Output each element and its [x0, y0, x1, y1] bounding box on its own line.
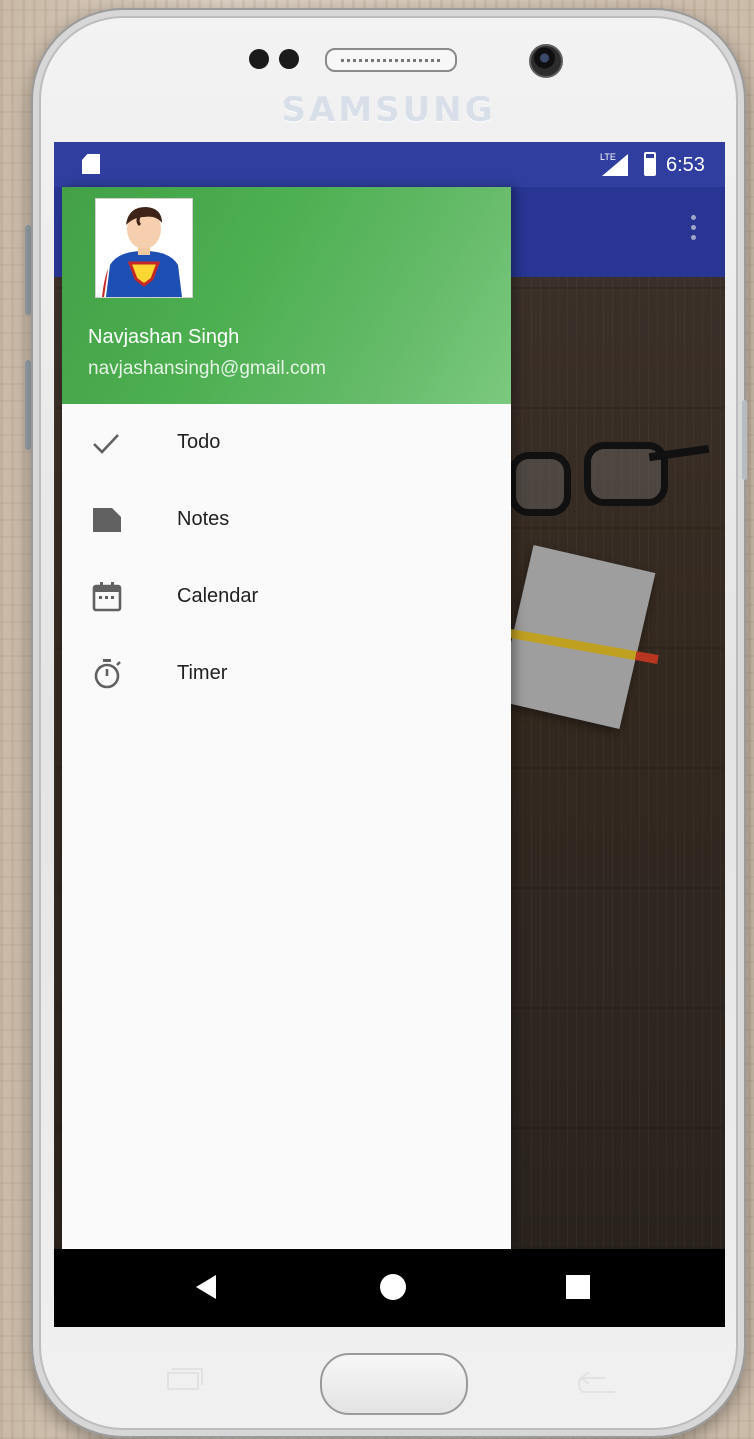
timer-icon — [94, 659, 121, 689]
front-camera — [529, 44, 563, 78]
hardware-recents-icon[interactable] — [164, 1365, 204, 1393]
drawer-menu: Todo Notes Calendar Timer — [62, 404, 511, 712]
avatar[interactable] — [95, 198, 193, 298]
hardware-back-icon[interactable] — [575, 1370, 619, 1398]
drawer-item-notes[interactable]: Notes — [62, 481, 511, 558]
status-bar: LTE 6:53 — [54, 142, 725, 187]
overflow-menu-icon[interactable] — [691, 215, 697, 247]
drawer-item-timer[interactable]: Timer — [62, 635, 511, 712]
back-icon[interactable] — [196, 1275, 216, 1299]
drawer-item-label: Calendar — [177, 585, 259, 607]
note-icon — [93, 508, 121, 532]
checkmark-icon — [93, 434, 119, 454]
sd-card-icon — [82, 154, 100, 174]
hardware-home-button[interactable] — [320, 1353, 468, 1415]
brand-logo: SAMSUNG — [281, 90, 496, 130]
proximity-sensor — [249, 49, 269, 69]
navigation-drawer: Navjashan Singh navjashansingh@gmail.com… — [62, 187, 511, 1249]
superman-avatar-icon — [96, 199, 192, 297]
screen: LTE 6:53 Navjashan Singh navjashansingh@… — [54, 142, 725, 1327]
power-button[interactable] — [742, 400, 747, 480]
calendar-icon — [92, 582, 122, 612]
recents-icon[interactable] — [566, 1275, 590, 1299]
earpiece-speaker — [325, 48, 457, 72]
battery-icon — [644, 152, 656, 176]
drawer-header: Navjashan Singh navjashansingh@gmail.com — [62, 187, 511, 404]
user-email: navjashansingh@gmail.com — [88, 358, 326, 379]
drawer-item-todo[interactable]: Todo — [62, 404, 511, 481]
home-icon[interactable] — [380, 1274, 406, 1300]
network-label: LTE — [600, 152, 616, 162]
drawer-item-label: Notes — [177, 508, 230, 530]
drawer-item-label: Timer — [177, 662, 228, 684]
status-time: 6:53 — [666, 154, 705, 176]
drawer-item-calendar[interactable]: Calendar — [62, 558, 511, 635]
phone-frame: SAMSUNG LTE 6:53 Navjashan Singh navjash… — [31, 8, 746, 1438]
drawer-item-label: Todo — [177, 431, 221, 453]
light-sensor — [279, 49, 299, 69]
system-navigation-bar — [54, 1249, 725, 1327]
user-name: Navjashan Singh — [88, 326, 240, 348]
glasses-image — [509, 452, 571, 516]
